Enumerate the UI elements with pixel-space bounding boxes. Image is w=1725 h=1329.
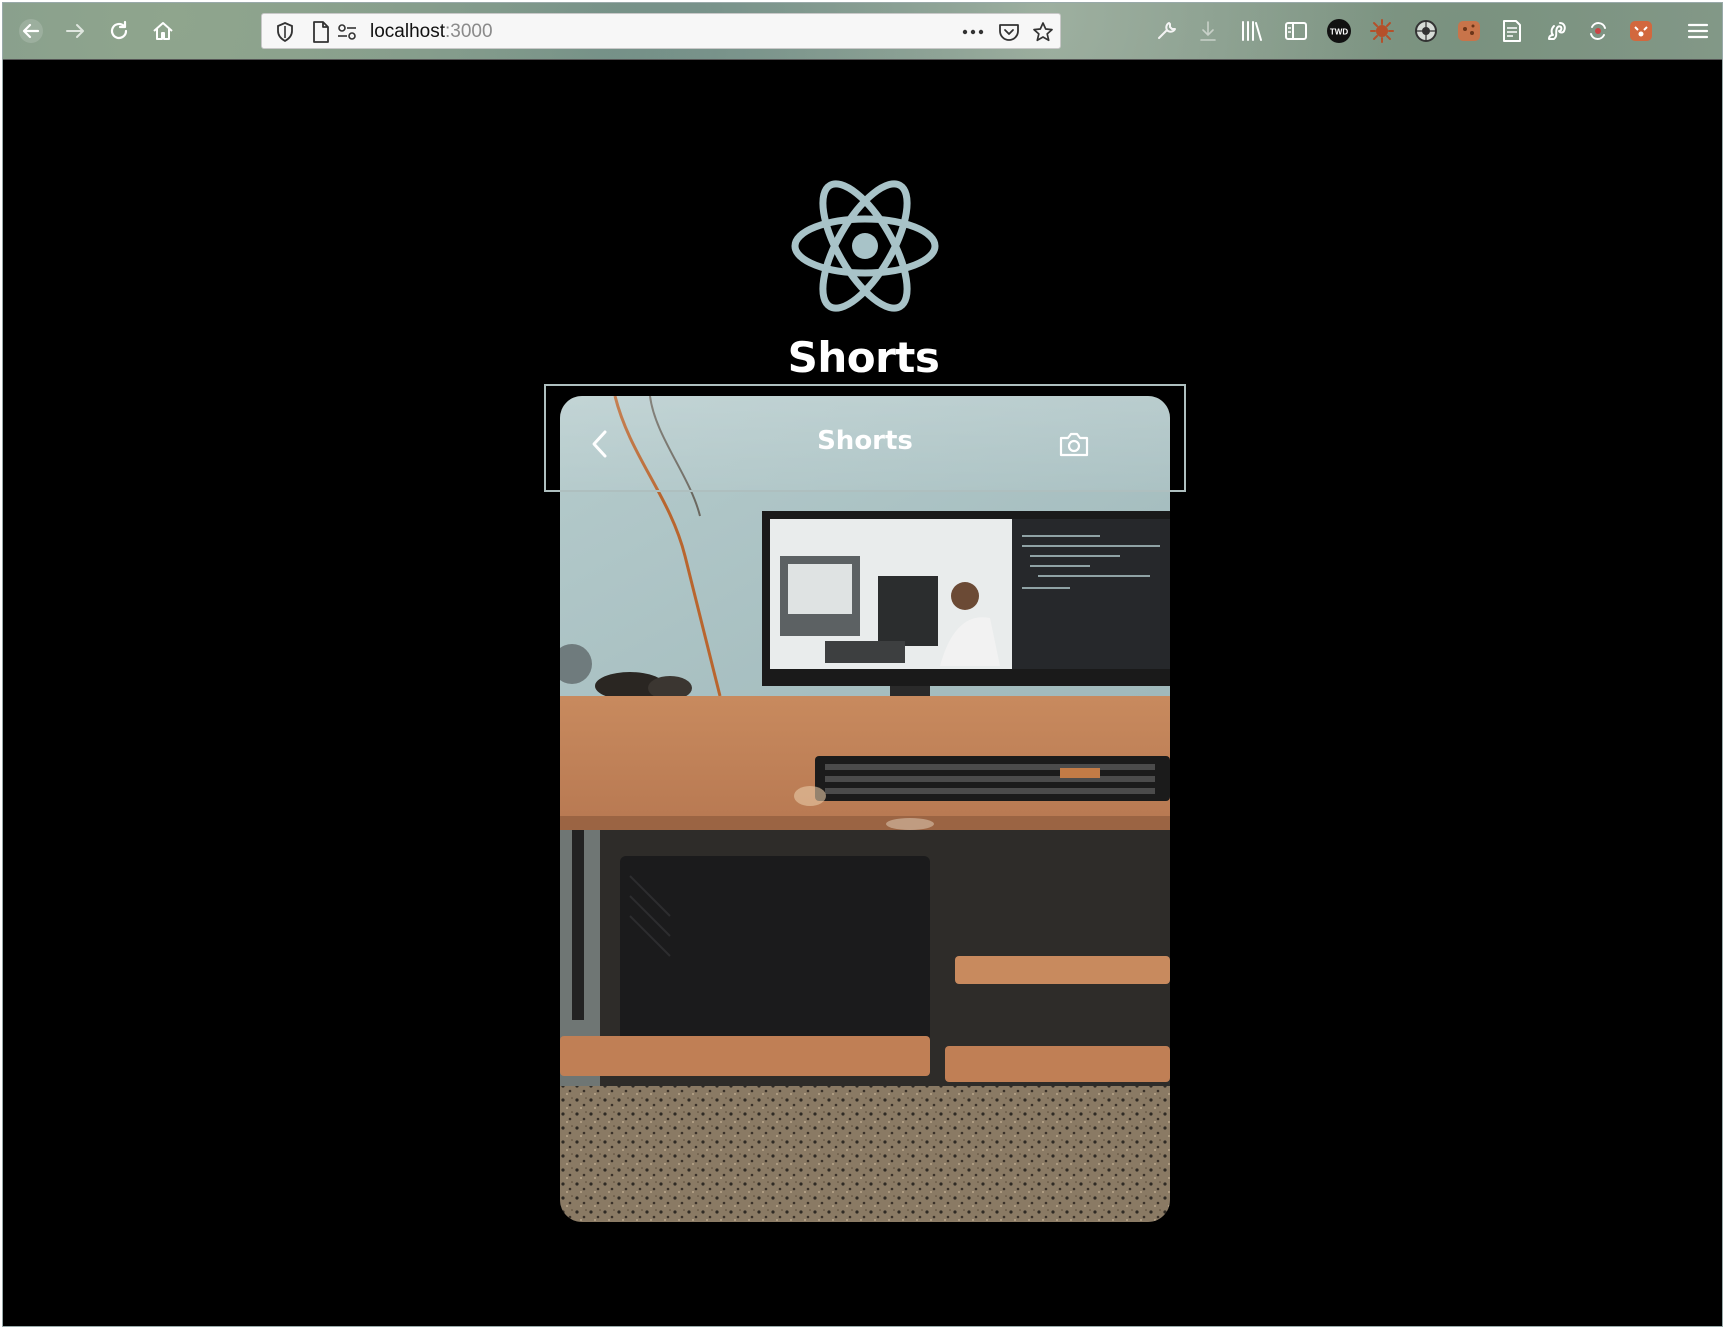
wrench-icon[interactable] <box>1153 18 1179 44</box>
back-arrow-icon[interactable] <box>17 17 45 45</box>
reload-icon[interactable] <box>105 17 133 45</box>
home-icon[interactable] <box>149 17 177 45</box>
notes-extension-icon[interactable] <box>1499 18 1525 44</box>
video-frame <box>560 396 1170 1222</box>
react-atom-logo <box>789 178 941 314</box>
library-icon[interactable] <box>1239 18 1265 44</box>
twd-label: TWD <box>1330 28 1348 37</box>
camera-icon[interactable] <box>1054 426 1094 462</box>
globe-extension-icon[interactable] <box>1413 18 1439 44</box>
pocket-icon[interactable] <box>998 21 1020 43</box>
player-header: Shorts <box>560 396 1170 492</box>
browser-toolbar: localhost:3000 TWD <box>3 3 1722 60</box>
url-bar[interactable]: localhost:3000 <box>261 13 1061 49</box>
download-icon[interactable] <box>1195 18 1221 44</box>
twd-extension-icon[interactable]: TWD <box>1326 18 1352 44</box>
fox-extension-icon[interactable] <box>1628 18 1654 44</box>
shorts-video-player[interactable]: Shorts <box>560 396 1170 1222</box>
url-text[interactable]: localhost:3000 <box>370 21 493 43</box>
bookmark-star-icon[interactable] <box>1032 21 1054 43</box>
virus-extension-icon[interactable] <box>1369 18 1395 44</box>
hamburger-menu-icon[interactable] <box>1685 18 1711 44</box>
sync-extension-icon[interactable] <box>1585 18 1611 44</box>
forward-arrow-icon[interactable] <box>61 17 89 45</box>
cookie-extension-icon[interactable] <box>1456 18 1482 44</box>
permissions-icon[interactable] <box>336 21 358 43</box>
page-icon[interactable] <box>310 21 332 43</box>
shield-icon[interactable] <box>274 21 296 43</box>
more-actions-icon[interactable] <box>962 21 984 43</box>
sidebar-icon[interactable] <box>1283 18 1309 44</box>
squirrel-extension-icon[interactable] <box>1543 18 1569 44</box>
page-title: Shorts <box>787 333 940 382</box>
browser-window: localhost:3000 TWD Shorts Shorts <box>2 2 1723 1327</box>
